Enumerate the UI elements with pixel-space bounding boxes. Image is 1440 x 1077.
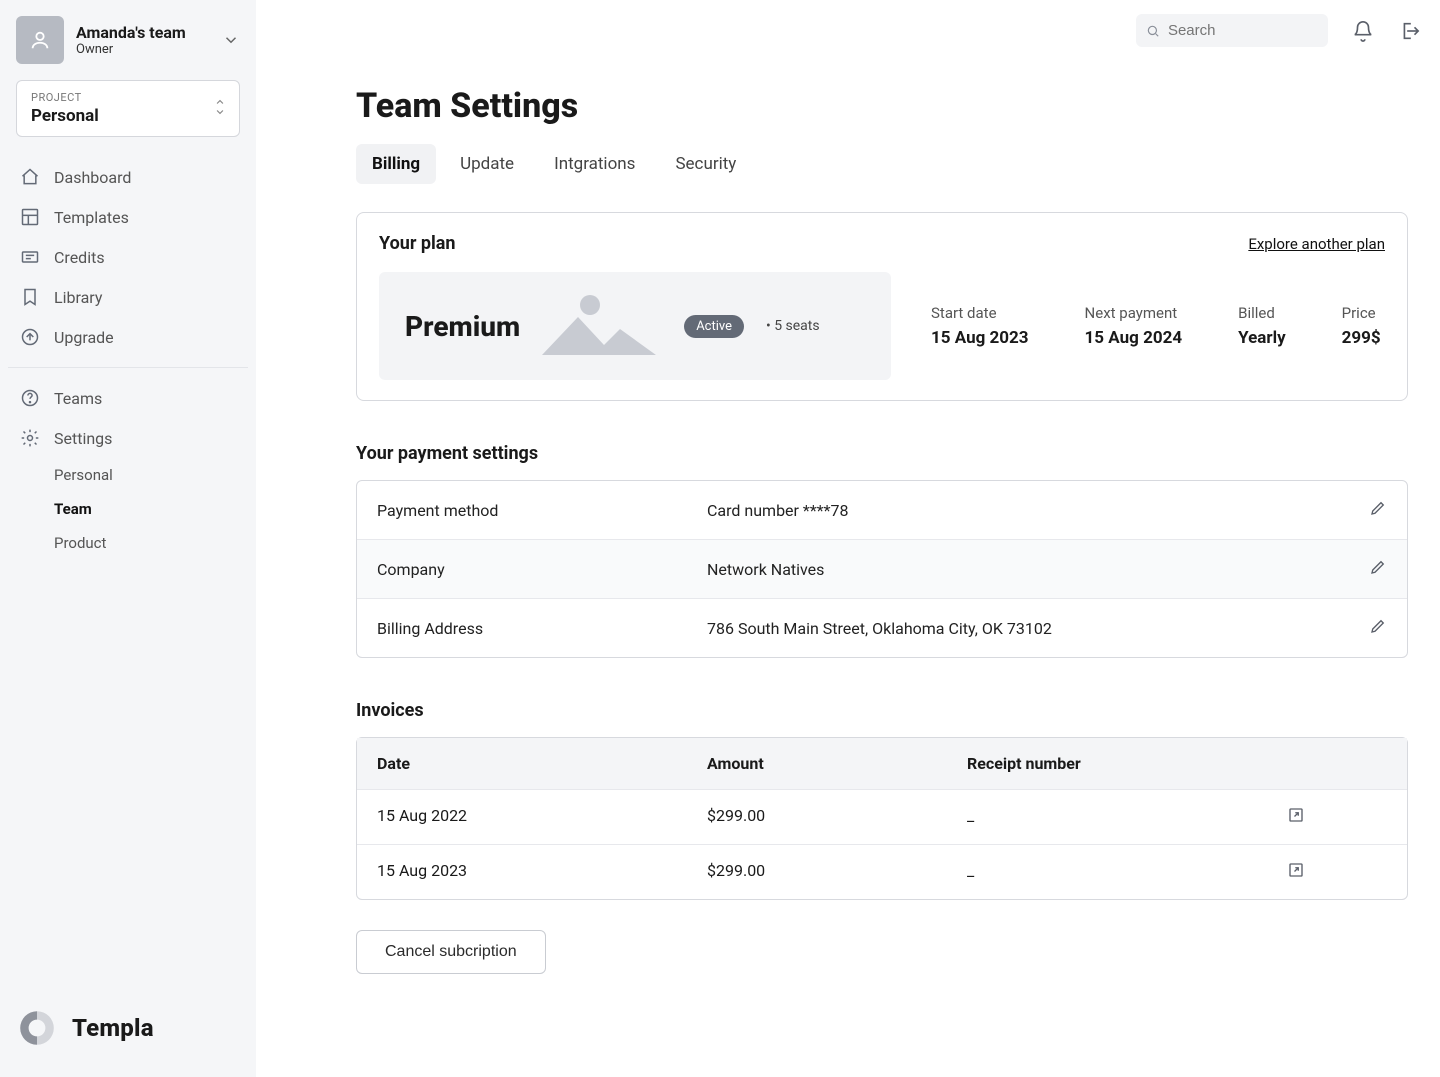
project-selector[interactable]: PROJECT Personal <box>16 80 240 137</box>
nav-primary: Dashboard Templates Credits Library Upgr… <box>0 157 256 560</box>
project-value: Personal <box>31 106 225 126</box>
payment-row-address: Billing Address 786 South Main Street, O… <box>357 599 1407 657</box>
brand-logo-icon <box>16 1007 58 1049</box>
sidebar-item-label: Settings <box>54 429 112 448</box>
image-placeholder-icon <box>532 287 662 365</box>
plan-name: Premium <box>405 310 520 343</box>
payment-settings-table: Payment method Card number ****78 Compan… <box>356 480 1408 658</box>
grid-icon <box>20 207 40 227</box>
payment-section-title: Your payment settings <box>356 443 1420 464</box>
plan-facts: Start date 15 Aug 2023 Next payment 15 A… <box>931 272 1381 380</box>
open-invoice-button[interactable] <box>1287 861 1305 883</box>
sidebar-item-label: Dashboard <box>54 168 131 187</box>
sidebar-item-upgrade[interactable]: Upgrade <box>8 317 248 357</box>
bookmark-icon <box>20 287 40 307</box>
sidebar-sub-team[interactable]: Team <box>8 492 248 526</box>
main: Team Settings Billing Update Intgrations… <box>256 0 1440 1077</box>
card-icon <box>20 247 40 267</box>
invoices-table: Date Amount Receipt number 15 Aug 2022 $… <box>356 737 1408 900</box>
help-icon <box>20 388 40 408</box>
home-icon <box>20 167 40 187</box>
bell-icon <box>1352 20 1374 42</box>
sidebar-item-label: Upgrade <box>54 328 114 347</box>
notifications-button[interactable] <box>1352 20 1374 42</box>
search-input[interactable] <box>1168 22 1318 39</box>
invoices-section-title: Invoices <box>356 700 1420 721</box>
brand-name: Templa <box>72 1014 154 1042</box>
plan-panel: Your plan Explore another plan Premium A… <box>356 212 1408 401</box>
payment-row-method: Payment method Card number ****78 <box>357 481 1407 540</box>
tab-integrations[interactable]: Intgrations <box>538 144 651 184</box>
search-icon <box>1146 23 1160 39</box>
nav-separator <box>8 367 248 368</box>
arrow-up-circle-icon <box>20 327 40 347</box>
chevron-updown-icon <box>213 97 227 121</box>
invoice-row: 15 Aug 2022 $299.00 _ <box>357 790 1407 845</box>
status-badge: Active <box>684 315 744 338</box>
pencil-icon <box>1369 499 1387 517</box>
logout-button[interactable] <box>1398 20 1420 42</box>
fact-billed: Billed Yearly <box>1238 304 1286 348</box>
tab-update[interactable]: Update <box>444 144 530 184</box>
explore-plan-link[interactable]: Explore another plan <box>1248 235 1385 253</box>
sidebar-item-teams[interactable]: Teams <box>8 378 248 418</box>
sidebar-item-label: Library <box>54 288 102 307</box>
chevron-down-icon <box>222 31 240 49</box>
project-caption: PROJECT <box>31 91 225 104</box>
fact-start-date: Start date 15 Aug 2023 <box>931 304 1029 348</box>
logout-icon <box>1398 20 1420 42</box>
payment-row-company: Company Network Natives <box>357 540 1407 599</box>
invoice-row: 15 Aug 2023 $299.00 _ <box>357 845 1407 899</box>
avatar <box>16 16 64 64</box>
topbar <box>1136 14 1420 47</box>
gear-icon <box>20 428 40 448</box>
pencil-icon <box>1369 558 1387 576</box>
tab-security[interactable]: Security <box>659 144 752 184</box>
plan-panel-title: Your plan <box>379 233 456 254</box>
seats-text: • 5 seats <box>766 318 820 334</box>
edit-button[interactable] <box>1369 617 1387 639</box>
page-title: Team Settings <box>356 86 1420 126</box>
fact-next-payment: Next payment 15 Aug 2024 <box>1085 304 1183 348</box>
team-switcher[interactable]: Amanda's team Owner <box>0 16 256 80</box>
team-role: Owner <box>76 42 210 57</box>
sidebar-item-label: Teams <box>54 389 102 408</box>
team-name: Amanda's team <box>76 23 210 42</box>
brand: Templa <box>16 1007 154 1049</box>
external-link-icon <box>1287 806 1305 824</box>
invoices-header: Date Amount Receipt number <box>357 738 1407 790</box>
pencil-icon <box>1369 617 1387 635</box>
tabs: Billing Update Intgrations Security <box>356 144 1420 184</box>
sidebar-item-label: Templates <box>54 208 129 227</box>
cancel-subscription-button[interactable]: Cancel subcription <box>356 930 546 974</box>
sidebar-item-label: Credits <box>54 248 105 267</box>
external-link-icon <box>1287 861 1305 879</box>
edit-button[interactable] <box>1369 499 1387 521</box>
tab-billing[interactable]: Billing <box>356 144 436 184</box>
open-invoice-button[interactable] <box>1287 806 1305 828</box>
sidebar-sub-personal[interactable]: Personal <box>8 458 248 492</box>
plan-card: Premium Active • 5 seats <box>379 272 891 380</box>
user-icon <box>29 29 51 51</box>
sidebar-item-dashboard[interactable]: Dashboard <box>8 157 248 197</box>
sidebar-sub-product[interactable]: Product <box>8 526 248 560</box>
sidebar-item-templates[interactable]: Templates <box>8 197 248 237</box>
sidebar: Amanda's team Owner PROJECT Personal Das… <box>0 0 256 1077</box>
sidebar-item-library[interactable]: Library <box>8 277 248 317</box>
sidebar-item-credits[interactable]: Credits <box>8 237 248 277</box>
sidebar-item-settings[interactable]: Settings <box>8 418 248 458</box>
search[interactable] <box>1136 14 1328 47</box>
edit-button[interactable] <box>1369 558 1387 580</box>
fact-price: Price 299$ <box>1342 304 1381 348</box>
